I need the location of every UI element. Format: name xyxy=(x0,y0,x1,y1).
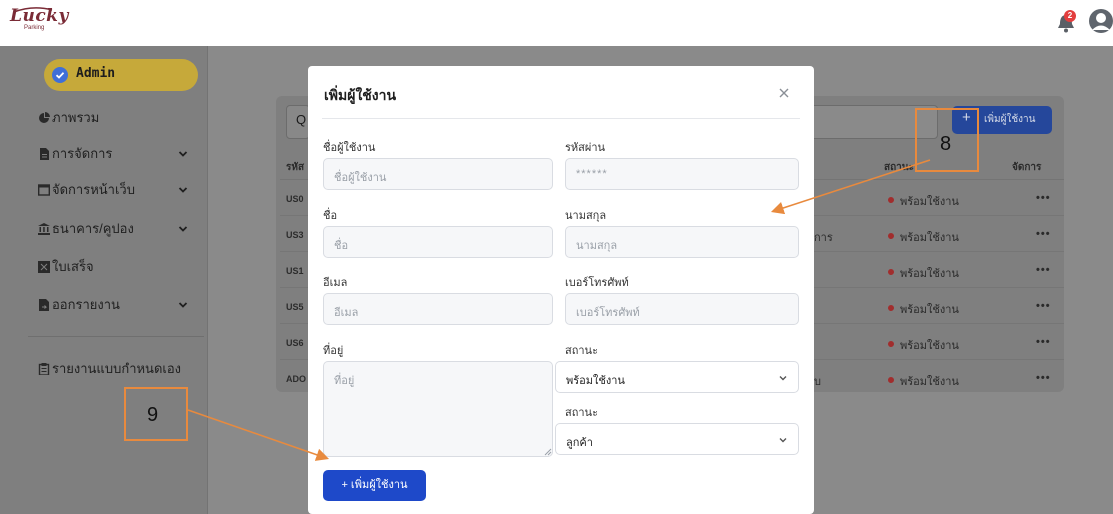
user-type-label: สถานะ xyxy=(565,407,598,419)
sidebar-item-bank-coupon[interactable]: ธนาคาร/คูปอง xyxy=(52,218,134,240)
document-icon xyxy=(40,148,49,160)
column-header-actions: จัดการ xyxy=(1012,162,1042,173)
table-cell-role: บ xyxy=(814,376,821,388)
sidebar-item-admin[interactable]: Admin xyxy=(44,59,198,91)
chevron-down-icon[interactable] xyxy=(178,149,188,159)
table-cell-code: ADO xyxy=(286,374,306,384)
sidebar-item-label: ใบเสร็จ xyxy=(52,259,94,274)
password-label: รหัสผ่าน xyxy=(565,142,606,154)
app-logo[interactable]: Lucky Parking xyxy=(10,6,68,36)
annotation-number-9: 9 xyxy=(147,404,159,426)
table-cell-code: US3 xyxy=(286,230,304,240)
status-select[interactable]: พร้อมใช้งาน xyxy=(555,361,799,393)
bank-icon xyxy=(38,223,50,235)
submit-button-label: + เพิ่มผู้ใช้งาน xyxy=(341,479,408,491)
table-cell-status: พร้อมใช้งาน xyxy=(900,304,959,316)
sidebar-item-label: ธนาคาร/คูปอง xyxy=(52,221,134,236)
sidebar-item-label: Admin xyxy=(76,66,116,81)
more-actions-icon[interactable]: ••• xyxy=(1036,264,1051,276)
more-actions-icon[interactable]: ••• xyxy=(1036,300,1051,312)
phone-label: เบอร์โทรศัพท์ xyxy=(565,277,629,289)
table-cell-status: พร้อมใช้งาน xyxy=(900,232,959,244)
last-name-field[interactable]: นามสกุล xyxy=(565,226,799,258)
table-cell-role: การ xyxy=(814,232,833,244)
last-name-label: นามสกุล xyxy=(565,210,607,222)
receipt-icon xyxy=(38,261,50,273)
chevron-down-icon[interactable] xyxy=(178,224,188,234)
status-dot xyxy=(888,269,894,275)
browser-window-icon xyxy=(38,184,50,196)
more-actions-icon[interactable]: ••• xyxy=(1036,372,1051,384)
table-cell-code: US0 xyxy=(286,194,304,204)
user-avatar-icon[interactable] xyxy=(1089,8,1113,34)
table-cell-code: US5 xyxy=(286,302,304,312)
chevron-down-icon[interactable] xyxy=(178,185,188,195)
sidebar-item-label: ออกรายงาน xyxy=(52,297,120,312)
modal-divider xyxy=(322,118,800,119)
phone-field[interactable]: เบอร์โทรศัพท์ xyxy=(565,293,799,325)
first-name-label: ชื่อ xyxy=(323,210,338,222)
resize-handle-icon[interactable] xyxy=(544,448,552,456)
sidebar-item-overview[interactable]: ภาพรวม xyxy=(52,107,99,129)
pie-chart-icon xyxy=(39,112,50,123)
sidebar-item-export-report[interactable]: ออกรายงาน xyxy=(52,294,120,316)
logo-subtext: Parking xyxy=(24,25,45,31)
sidebar-item-custom-report[interactable]: รายงานแบบกำหนดเอง xyxy=(52,358,181,380)
username-field[interactable]: ชื่อผู้ใช้งาน xyxy=(323,158,553,190)
file-export-icon xyxy=(39,299,49,311)
status-dot xyxy=(888,305,894,311)
address-label: ที่อยู่ xyxy=(323,345,344,357)
sidebar-item-web-management[interactable]: จัดการหน้าเว็บ xyxy=(52,179,135,201)
status-select-value: พร้อมใช้งาน xyxy=(566,375,625,387)
more-actions-icon[interactable]: ••• xyxy=(1036,192,1051,204)
status-label: สถานะ xyxy=(565,345,598,357)
notification-badge: 2 xyxy=(1064,10,1076,22)
chevron-down-icon[interactable] xyxy=(178,300,188,310)
sidebar: Admin ภาพรวม การจัดการ จัดการหน้าเว็บ ธน… xyxy=(0,46,208,514)
close-icon[interactable] xyxy=(777,86,791,100)
username-label: ชื่อผู้ใช้งาน xyxy=(323,142,376,154)
user-type-select-value: ลูกค้า xyxy=(566,437,593,449)
more-actions-icon[interactable]: ••• xyxy=(1036,228,1051,240)
table-cell-status: พร้อมใช้งาน xyxy=(900,268,959,280)
status-dot xyxy=(888,377,894,383)
annotation-number-8: 8 xyxy=(940,133,952,155)
sidebar-item-label: การจัดการ xyxy=(52,146,113,161)
address-textarea[interactable]: ที่อยู่ xyxy=(323,361,553,457)
status-dot xyxy=(888,197,894,203)
status-dot xyxy=(888,233,894,239)
email-label: อีเมล xyxy=(323,277,348,289)
table-cell-code: US1 xyxy=(286,266,304,276)
table-cell-code: US6 xyxy=(286,338,304,348)
table-cell-status: พร้อมใช้งาน xyxy=(900,196,959,208)
first-name-field[interactable]: ชื่อ xyxy=(323,226,553,258)
top-bar: Lucky Parking 2 xyxy=(0,0,1113,46)
table-cell-status: พร้อมใช้งาน xyxy=(900,340,959,352)
column-header-status: สถานะ xyxy=(884,162,914,173)
sidebar-item-receipt[interactable]: ใบเสร็จ xyxy=(52,256,94,278)
sidebar-item-management[interactable]: การจัดการ xyxy=(52,143,112,165)
user-type-select[interactable]: ลูกค้า xyxy=(555,423,799,455)
sidebar-item-label: จัดการหน้าเว็บ xyxy=(52,182,135,197)
chevron-down-icon xyxy=(779,438,787,443)
add-user-submit-button[interactable]: + เพิ่มผู้ใช้งาน xyxy=(323,470,426,501)
password-field[interactable]: ****** xyxy=(565,158,799,190)
status-dot xyxy=(888,341,894,347)
sidebar-item-label: รายงานแบบกำหนดเอง xyxy=(52,361,181,376)
sidebar-item-label: ภาพรวม xyxy=(52,110,100,125)
check-circle-icon xyxy=(52,67,68,83)
chevron-down-icon xyxy=(779,376,787,381)
email-field[interactable]: อีเมล xyxy=(323,293,553,325)
table-cell-status: พร้อมใช้งาน xyxy=(900,376,959,388)
modal-title: เพิ่มผู้ใช้งาน xyxy=(324,87,397,103)
more-actions-icon[interactable]: ••• xyxy=(1036,336,1051,348)
add-user-modal: เพิ่มผู้ใช้งาน ชื่อผู้ใช้งาน ชื่อผู้ใช้ง… xyxy=(308,66,814,514)
sidebar-divider xyxy=(28,336,204,337)
search-field-text: Q xyxy=(296,112,307,127)
add-user-button-label: เพิ่มผู้ใช้งาน xyxy=(984,114,1036,125)
column-header-code: รหัส xyxy=(286,162,305,173)
clipboard-icon xyxy=(38,363,50,375)
logo-text: Lucky xyxy=(10,6,69,26)
